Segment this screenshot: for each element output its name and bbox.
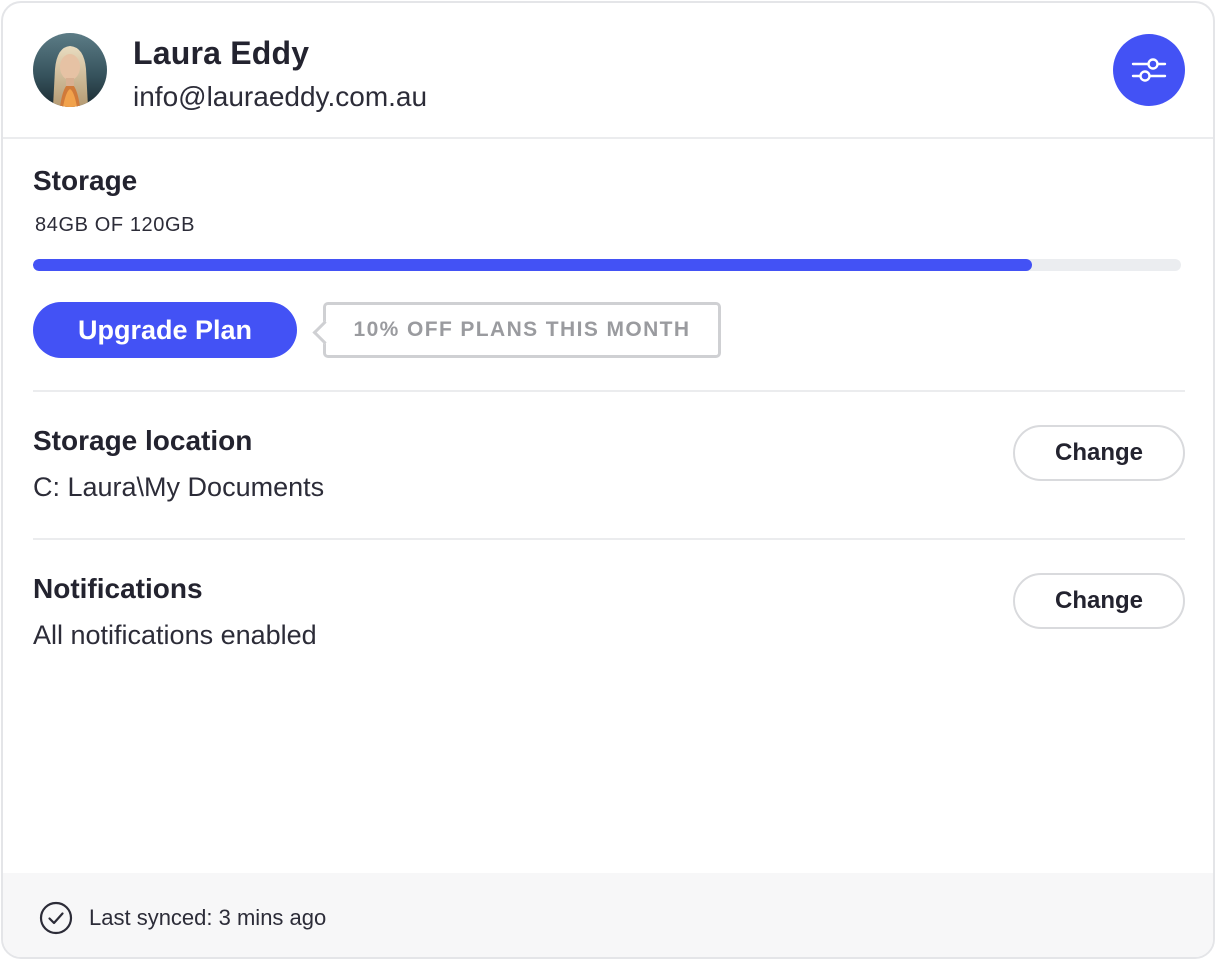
divider <box>33 390 1185 392</box>
change-storage-location-button[interactable]: Change <box>1013 425 1185 481</box>
storage-progress-bar <box>33 259 1181 271</box>
promo-tag: 10% OFF PLANS THIS MONTH <box>323 302 721 358</box>
sliders-icon <box>1131 58 1167 82</box>
check-circle-icon <box>39 901 73 935</box>
avatar-photo-icon <box>33 33 107 107</box>
settings-button[interactable] <box>1113 34 1185 106</box>
storage-location-title: Storage location <box>33 425 253 456</box>
notifications-title: Notifications <box>33 573 203 604</box>
avatar <box>33 33 107 107</box>
last-synced-text: Last synced: 3 mins ago <box>89 905 327 930</box>
storage-usage-text: 84GB OF 120GB <box>35 214 196 236</box>
storage-settings-card: Laura Eddy info@lauraeddy.com.au Storage… <box>1 1 1215 959</box>
upgrade-plan-button[interactable]: Upgrade Plan <box>33 302 297 358</box>
profile-header: Laura Eddy info@lauraeddy.com.au <box>3 3 1213 139</box>
notifications-value: All notifications enabled <box>33 620 317 650</box>
storage-location-value: C: Laura\My Documents <box>33 472 325 502</box>
user-name: Laura Eddy <box>133 35 310 71</box>
divider <box>33 538 1185 540</box>
storage-progress-fill <box>33 259 1032 271</box>
user-email: info@lauraeddy.com.au <box>133 81 428 112</box>
change-notifications-button[interactable]: Change <box>1013 573 1185 629</box>
sync-footer: Last synced: 3 mins ago <box>3 873 1213 957</box>
storage-title: Storage <box>33 165 138 196</box>
